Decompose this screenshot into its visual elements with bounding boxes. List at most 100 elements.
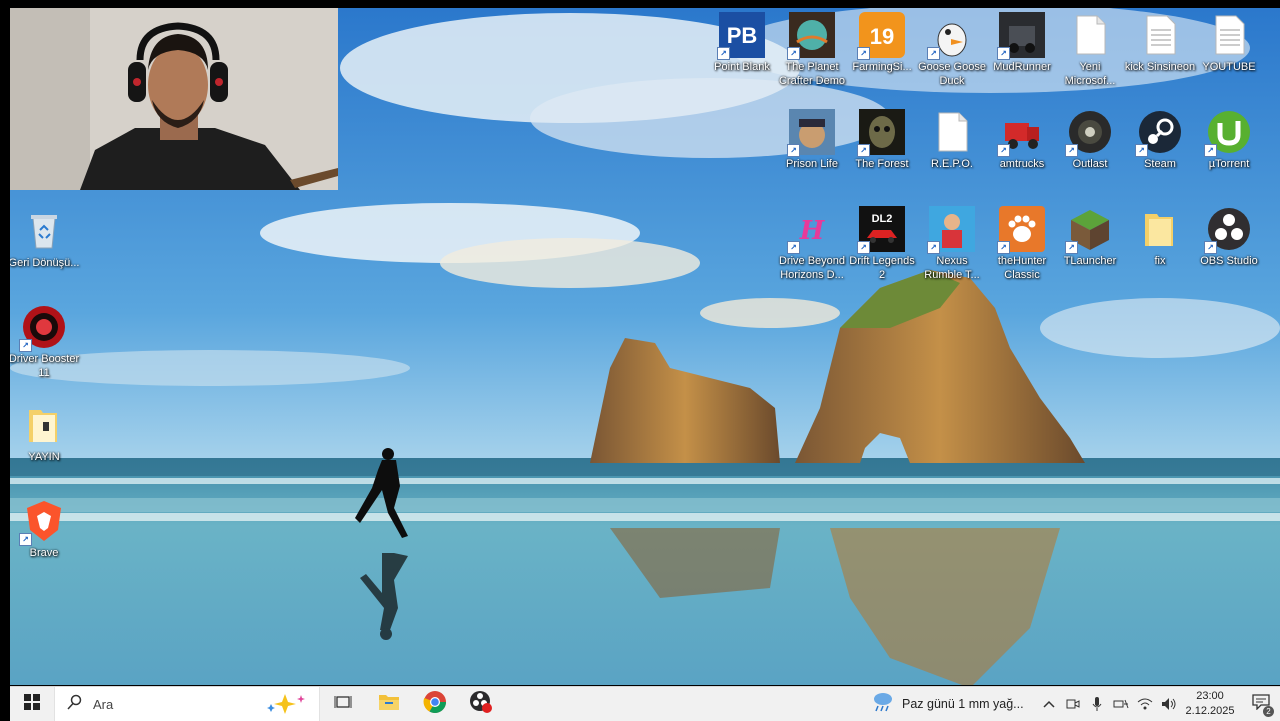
file-explorer-button[interactable] (366, 687, 412, 721)
desktop-icon-label: fix (1154, 255, 1166, 267)
recycle-bin-icon (21, 208, 67, 254)
task-view-button[interactable] (320, 687, 366, 721)
clock-date: 2.12.2025 (1185, 705, 1235, 717)
task-view-icon (334, 694, 352, 715)
folder-icon (21, 402, 67, 448)
obs-taskbar-button[interactable] (458, 687, 504, 721)
folder-icon (1137, 206, 1183, 252)
file-explorer-icon (378, 693, 400, 716)
desktop-icon-amtrucks[interactable]: ↗ amtrucks (986, 109, 1058, 171)
desktop-icon-label: Yeni Microsof... (1064, 61, 1116, 87)
desktop-icon-recycle-bin[interactable]: Geri Dönüşü... (10, 208, 80, 270)
prison-life-icon: ↗ (787, 109, 835, 157)
weather-widget[interactable]: Paz günü 1 mm yağ... (870, 687, 1024, 721)
taskbar-search-box[interactable]: Ara (54, 687, 320, 721)
desktop-icon-planet-crafter[interactable]: ↗ The Planet Crafter Demo (776, 12, 848, 88)
mudrunner-icon: ↗ (997, 12, 1045, 60)
desktop-icon-driver-booster[interactable]: ↗ Driver Booster 11 (10, 304, 80, 380)
search-placeholder: Ara (93, 696, 114, 712)
network-disconnected-icon[interactable] (1112, 694, 1130, 714)
taskbar-clock[interactable]: 23:00 2.12.2025 (1175, 689, 1245, 719)
desktop-icon-label: Prison Life (786, 158, 838, 170)
weather-text: Paz günü 1 mm yağ... (902, 697, 1024, 711)
desktop-icon-repo[interactable]: R.E.P.O. (916, 109, 988, 171)
utorrent-icon: ↗ (1204, 109, 1252, 157)
brave-icon: ↗ (19, 498, 67, 546)
nexus-rumble-icon: ↗ (927, 206, 975, 254)
thehunter-icon: ↗ (997, 206, 1045, 254)
svg-text:DL2: DL2 (872, 213, 893, 225)
document-icon (1067, 12, 1113, 58)
chrome-taskbar-button[interactable] (412, 687, 458, 721)
desktop-icon-label: OBS Studio (1200, 255, 1258, 267)
american-truck-icon: ↗ (997, 109, 1045, 157)
notification-badge: 2 (1263, 706, 1274, 717)
desktop-icon-label: kick Sinsineon (1124, 61, 1196, 73)
meet-now-icon[interactable] (1064, 694, 1082, 714)
desktop-icon-obs-studio[interactable]: ↗ OBS Studio (1193, 206, 1265, 268)
desktop-icon-outlast[interactable]: ↗ Outlast (1054, 109, 1126, 171)
desktop-icon-youtube[interactable]: YOUTUBE (1193, 12, 1265, 74)
desktop-icon-label: Point Blank (714, 61, 770, 73)
farming-simulator-icon: 19 ↗ (857, 12, 905, 60)
text-file-icon (1137, 12, 1183, 58)
desktop-icon-label: Brave (29, 547, 59, 559)
obs-studio-icon: ↗ (1204, 206, 1252, 254)
system-tray (1040, 687, 1178, 721)
wifi-icon[interactable] (1136, 694, 1154, 714)
rain-cloud-icon (870, 691, 894, 718)
search-highlights-icon[interactable] (263, 692, 309, 721)
desktop-icon-prison-life[interactable]: ↗ Prison Life (776, 109, 848, 171)
desktop-icon-label: Drift Legends 2 (849, 255, 915, 281)
desktop-icon-drive-beyond-horizons[interactable]: H ↗ Drive Beyond Horizons D... (776, 206, 848, 282)
chrome-icon (423, 690, 447, 719)
desktop-icon-tlauncher[interactable]: ↗ TLauncher (1054, 206, 1126, 268)
desktop-icon-point-blank[interactable]: PB ↗ Point Blank (706, 12, 778, 74)
desktop-icon-label: amtrucks (999, 158, 1045, 170)
desktop-icon-label: Outlast (1072, 158, 1108, 170)
desktop-icon-mudrunner[interactable]: ↗ MudRunner (986, 12, 1058, 74)
desktop-icon-thehunter[interactable]: ↗ theHunter Classic (986, 206, 1058, 282)
desktop-icon-farming-simulator[interactable]: 19 ↗ FarmingSi... (846, 12, 918, 74)
microphone-icon[interactable] (1088, 694, 1106, 714)
desktop-icon-label: YAYIN (28, 451, 60, 463)
tlauncher-icon: ↗ (1065, 206, 1113, 254)
svg-text:19: 19 (870, 24, 894, 49)
desktop-icon-label: theHunter Classic (997, 255, 1047, 281)
desktop-icon-label: Goose Goose Duck (918, 61, 986, 87)
desktop-icon-drift-legends[interactable]: DL2 ↗ Drift Legends 2 (846, 206, 918, 282)
point-blank-icon: PB ↗ (717, 12, 765, 60)
document-icon (929, 109, 975, 155)
desktop-icon-label: The Forest (855, 158, 909, 170)
desktop-icon-goose-goose-duck[interactable]: ↗ Goose Goose Duck (916, 12, 988, 88)
planet-crafter-icon: ↗ (787, 12, 835, 60)
desktop-icon-brave[interactable]: ↗ Brave (10, 498, 80, 560)
drive-beyond-horizons-icon: H ↗ (787, 206, 835, 254)
desktop-icon-label: MudRunner (993, 61, 1051, 73)
desktop-icon-label: YOUTUBE (1202, 61, 1256, 73)
taskbar: Ara Paz günü 1 mm yağ... 23:00 2.12.2025… (10, 686, 1280, 721)
desktop-icon-label: Steam (1144, 158, 1176, 170)
desktop-icon-yeni-microsoft[interactable]: Yeni Microsof... (1054, 12, 1126, 88)
desktop: Geri Dönüşü... ↗ Driver Booster 11 YAYIN… (10, 8, 1280, 720)
desktop-icon-label: TLauncher (1063, 255, 1117, 267)
desktop-icon-fix-folder[interactable]: fix (1124, 206, 1196, 268)
notification-center-button[interactable]: 2 (1246, 691, 1276, 717)
desktop-icon-yayin-folder[interactable]: YAYIN (10, 402, 80, 464)
desktop-icon-nexus-rumble[interactable]: ↗ Nexus Rumble T... (916, 206, 988, 282)
desktop-icon-label: Driver Booster 11 (10, 353, 80, 379)
start-button[interactable] (10, 687, 54, 721)
desktop-icon-utorrent[interactable]: ↗ µTorrent (1193, 109, 1265, 171)
desktop-icon-label: R.E.P.O. (931, 158, 973, 170)
desktop-icon-kick-sinsineon[interactable]: kick Sinsineon (1124, 12, 1196, 74)
desktop-icon-label: µTorrent (1208, 158, 1250, 170)
search-icon (67, 694, 83, 715)
obs-recording-icon (469, 690, 493, 719)
svg-text:H: H (799, 216, 826, 246)
desktop-icon-the-forest[interactable]: ↗ The Forest (846, 109, 918, 171)
svg-text:PB: PB (727, 23, 758, 48)
outlast-icon: ↗ (1065, 109, 1113, 157)
desktop-icon-steam[interactable]: ↗ Steam (1124, 109, 1196, 171)
chevron-up-icon[interactable] (1040, 694, 1058, 714)
webcam-overlay (10, 8, 338, 190)
